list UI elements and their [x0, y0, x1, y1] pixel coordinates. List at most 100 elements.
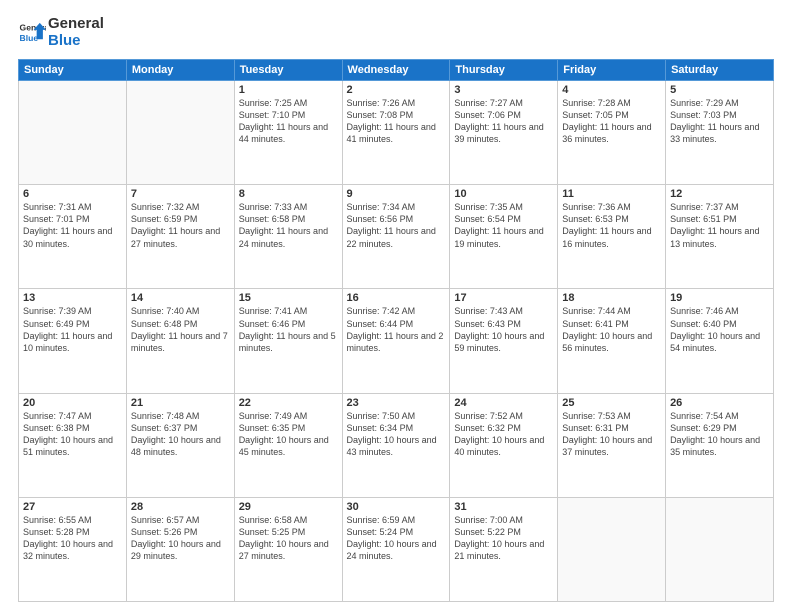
- calendar-cell: 26Sunrise: 7:54 AM Sunset: 6:29 PM Dayli…: [666, 393, 774, 497]
- calendar-cell: 13Sunrise: 7:39 AM Sunset: 6:49 PM Dayli…: [19, 289, 127, 393]
- calendar-cell: 24Sunrise: 7:52 AM Sunset: 6:32 PM Dayli…: [450, 393, 558, 497]
- day-number: 24: [454, 397, 553, 409]
- weekday-header-row: SundayMondayTuesdayWednesdayThursdayFrid…: [19, 60, 774, 81]
- day-number: 13: [23, 292, 122, 304]
- day-info: Sunrise: 7:31 AM Sunset: 7:01 PM Dayligh…: [23, 201, 122, 250]
- calendar-cell: [666, 497, 774, 601]
- day-info: Sunrise: 7:25 AM Sunset: 7:10 PM Dayligh…: [239, 97, 338, 146]
- day-info: Sunrise: 7:52 AM Sunset: 6:32 PM Dayligh…: [454, 410, 553, 459]
- logo-blue: Blue: [48, 33, 104, 50]
- calendar-cell: 19Sunrise: 7:46 AM Sunset: 6:40 PM Dayli…: [666, 289, 774, 393]
- calendar-cell: 3Sunrise: 7:27 AM Sunset: 7:06 PM Daylig…: [450, 81, 558, 185]
- day-info: Sunrise: 7:29 AM Sunset: 7:03 PM Dayligh…: [670, 97, 769, 146]
- calendar-cell: 1Sunrise: 7:25 AM Sunset: 7:10 PM Daylig…: [234, 81, 342, 185]
- day-number: 4: [562, 84, 661, 96]
- day-number: 11: [562, 188, 661, 200]
- calendar-cell: 17Sunrise: 7:43 AM Sunset: 6:43 PM Dayli…: [450, 289, 558, 393]
- week-row-4: 20Sunrise: 7:47 AM Sunset: 6:38 PM Dayli…: [19, 393, 774, 497]
- weekday-saturday: Saturday: [666, 60, 774, 81]
- day-info: Sunrise: 6:58 AM Sunset: 5:25 PM Dayligh…: [239, 514, 338, 563]
- day-info: Sunrise: 7:33 AM Sunset: 6:58 PM Dayligh…: [239, 201, 338, 250]
- day-number: 21: [131, 397, 230, 409]
- day-info: Sunrise: 7:00 AM Sunset: 5:22 PM Dayligh…: [454, 514, 553, 563]
- calendar-cell: 25Sunrise: 7:53 AM Sunset: 6:31 PM Dayli…: [558, 393, 666, 497]
- calendar-cell: 22Sunrise: 7:49 AM Sunset: 6:35 PM Dayli…: [234, 393, 342, 497]
- day-info: Sunrise: 7:47 AM Sunset: 6:38 PM Dayligh…: [23, 410, 122, 459]
- calendar-cell: 4Sunrise: 7:28 AM Sunset: 7:05 PM Daylig…: [558, 81, 666, 185]
- day-number: 1: [239, 84, 338, 96]
- day-number: 23: [347, 397, 446, 409]
- day-number: 8: [239, 188, 338, 200]
- day-number: 25: [562, 397, 661, 409]
- day-number: 31: [454, 501, 553, 513]
- calendar-cell: 29Sunrise: 6:58 AM Sunset: 5:25 PM Dayli…: [234, 497, 342, 601]
- logo-icon: General Blue: [18, 19, 46, 47]
- day-number: 26: [670, 397, 769, 409]
- calendar-cell: [19, 81, 127, 185]
- calendar-table: SundayMondayTuesdayWednesdayThursdayFrid…: [18, 59, 774, 602]
- day-info: Sunrise: 7:39 AM Sunset: 6:49 PM Dayligh…: [23, 305, 122, 354]
- day-number: 14: [131, 292, 230, 304]
- calendar-cell: 14Sunrise: 7:40 AM Sunset: 6:48 PM Dayli…: [126, 289, 234, 393]
- day-number: 3: [454, 84, 553, 96]
- day-number: 10: [454, 188, 553, 200]
- day-info: Sunrise: 7:32 AM Sunset: 6:59 PM Dayligh…: [131, 201, 230, 250]
- calendar-cell: 23Sunrise: 7:50 AM Sunset: 6:34 PM Dayli…: [342, 393, 450, 497]
- day-number: 15: [239, 292, 338, 304]
- svg-text:Blue: Blue: [20, 32, 39, 42]
- page: General Blue General Blue SundayMondayTu…: [0, 0, 792, 612]
- calendar-cell: 12Sunrise: 7:37 AM Sunset: 6:51 PM Dayli…: [666, 185, 774, 289]
- day-info: Sunrise: 7:48 AM Sunset: 6:37 PM Dayligh…: [131, 410, 230, 459]
- day-info: Sunrise: 7:50 AM Sunset: 6:34 PM Dayligh…: [347, 410, 446, 459]
- day-info: Sunrise: 7:28 AM Sunset: 7:05 PM Dayligh…: [562, 97, 661, 146]
- week-row-2: 6Sunrise: 7:31 AM Sunset: 7:01 PM Daylig…: [19, 185, 774, 289]
- header: General Blue General Blue: [18, 16, 774, 49]
- day-number: 9: [347, 188, 446, 200]
- day-info: Sunrise: 7:34 AM Sunset: 6:56 PM Dayligh…: [347, 201, 446, 250]
- day-number: 30: [347, 501, 446, 513]
- day-info: Sunrise: 7:40 AM Sunset: 6:48 PM Dayligh…: [131, 305, 230, 354]
- day-info: Sunrise: 7:41 AM Sunset: 6:46 PM Dayligh…: [239, 305, 338, 354]
- day-number: 6: [23, 188, 122, 200]
- weekday-tuesday: Tuesday: [234, 60, 342, 81]
- calendar-cell: 18Sunrise: 7:44 AM Sunset: 6:41 PM Dayli…: [558, 289, 666, 393]
- day-info: Sunrise: 7:26 AM Sunset: 7:08 PM Dayligh…: [347, 97, 446, 146]
- day-info: Sunrise: 7:44 AM Sunset: 6:41 PM Dayligh…: [562, 305, 661, 354]
- day-info: Sunrise: 7:46 AM Sunset: 6:40 PM Dayligh…: [670, 305, 769, 354]
- day-info: Sunrise: 7:42 AM Sunset: 6:44 PM Dayligh…: [347, 305, 446, 354]
- calendar-cell: 5Sunrise: 7:29 AM Sunset: 7:03 PM Daylig…: [666, 81, 774, 185]
- day-info: Sunrise: 6:57 AM Sunset: 5:26 PM Dayligh…: [131, 514, 230, 563]
- calendar-cell: 21Sunrise: 7:48 AM Sunset: 6:37 PM Dayli…: [126, 393, 234, 497]
- day-number: 5: [670, 84, 769, 96]
- day-info: Sunrise: 7:35 AM Sunset: 6:54 PM Dayligh…: [454, 201, 553, 250]
- weekday-monday: Monday: [126, 60, 234, 81]
- calendar-cell: 20Sunrise: 7:47 AM Sunset: 6:38 PM Dayli…: [19, 393, 127, 497]
- week-row-5: 27Sunrise: 6:55 AM Sunset: 5:28 PM Dayli…: [19, 497, 774, 601]
- calendar-cell: [126, 81, 234, 185]
- week-row-1: 1Sunrise: 7:25 AM Sunset: 7:10 PM Daylig…: [19, 81, 774, 185]
- calendar-cell: 7Sunrise: 7:32 AM Sunset: 6:59 PM Daylig…: [126, 185, 234, 289]
- day-info: Sunrise: 7:36 AM Sunset: 6:53 PM Dayligh…: [562, 201, 661, 250]
- calendar-cell: 27Sunrise: 6:55 AM Sunset: 5:28 PM Dayli…: [19, 497, 127, 601]
- calendar-cell: 8Sunrise: 7:33 AM Sunset: 6:58 PM Daylig…: [234, 185, 342, 289]
- day-info: Sunrise: 7:54 AM Sunset: 6:29 PM Dayligh…: [670, 410, 769, 459]
- day-number: 20: [23, 397, 122, 409]
- day-number: 16: [347, 292, 446, 304]
- weekday-wednesday: Wednesday: [342, 60, 450, 81]
- day-info: Sunrise: 7:49 AM Sunset: 6:35 PM Dayligh…: [239, 410, 338, 459]
- calendar-cell: 11Sunrise: 7:36 AM Sunset: 6:53 PM Dayli…: [558, 185, 666, 289]
- calendar-cell: 28Sunrise: 6:57 AM Sunset: 5:26 PM Dayli…: [126, 497, 234, 601]
- calendar-cell: 31Sunrise: 7:00 AM Sunset: 5:22 PM Dayli…: [450, 497, 558, 601]
- day-number: 27: [23, 501, 122, 513]
- day-number: 2: [347, 84, 446, 96]
- calendar-cell: 30Sunrise: 6:59 AM Sunset: 5:24 PM Dayli…: [342, 497, 450, 601]
- week-row-3: 13Sunrise: 7:39 AM Sunset: 6:49 PM Dayli…: [19, 289, 774, 393]
- day-number: 12: [670, 188, 769, 200]
- logo: General Blue General Blue: [18, 16, 104, 49]
- day-info: Sunrise: 7:27 AM Sunset: 7:06 PM Dayligh…: [454, 97, 553, 146]
- logo-general: General: [48, 16, 104, 33]
- day-info: Sunrise: 7:43 AM Sunset: 6:43 PM Dayligh…: [454, 305, 553, 354]
- weekday-friday: Friday: [558, 60, 666, 81]
- weekday-thursday: Thursday: [450, 60, 558, 81]
- calendar-cell: 6Sunrise: 7:31 AM Sunset: 7:01 PM Daylig…: [19, 185, 127, 289]
